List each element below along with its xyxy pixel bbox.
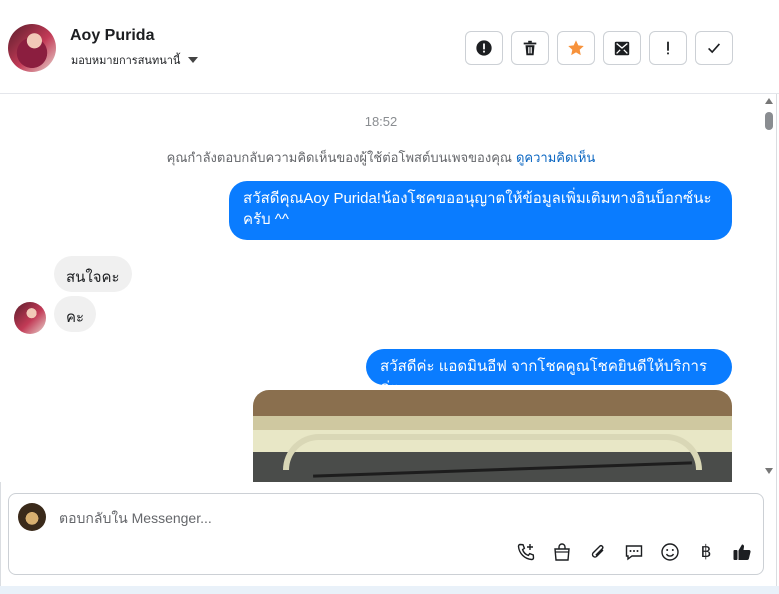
trash-icon (523, 40, 537, 56)
image-attachment[interactable] (253, 390, 732, 482)
shop-button[interactable] (551, 541, 573, 563)
mark-done-button[interactable] (695, 31, 733, 65)
like-button[interactable] (731, 541, 753, 563)
composer-actions: ฿ (515, 541, 753, 563)
message-timestamp: 18:52 (364, 114, 398, 129)
star-button[interactable] (557, 31, 595, 65)
attach-button[interactable] (587, 541, 609, 563)
like-icon (733, 544, 751, 560)
header-toolbar (465, 31, 733, 65)
message-bubble-outgoing[interactable]: สวัสดีคุณAoy Purida!น้องโชคขออนุญาตให้ข้… (229, 181, 732, 240)
contact-name[interactable]: Aoy Purida (70, 27, 154, 45)
reply-composer: ฿ (8, 493, 764, 575)
check-icon (708, 43, 721, 54)
call-add-button[interactable] (515, 541, 537, 563)
call-add-icon (517, 543, 535, 561)
scrollbar-thumb[interactable] (765, 112, 773, 130)
reply-input[interactable] (57, 509, 661, 527)
baht-icon: ฿ (700, 542, 712, 561)
comment-reply-notice: คุณกำลังตอบกลับความคิดเห็นของผู้ใช้ต่อโพ… (0, 147, 762, 168)
mark-unread-icon (614, 41, 630, 56)
window-bottom-edge (0, 586, 779, 594)
saved-reply-button[interactable] (623, 541, 645, 563)
saved-reply-icon (625, 545, 643, 561)
payment-button[interactable]: ฿ (695, 541, 717, 563)
exclamation-icon (667, 41, 669, 55)
mark-unread-button[interactable] (603, 31, 641, 65)
assign-conversation-dropdown[interactable]: มอบหมายการสนทนานี้ (71, 51, 199, 69)
message-bubble-outgoing[interactable]: สวัสดีค่ะ แอดมินอีฟ จากโชคคูณโชคยินดีให้… (366, 349, 732, 396)
message-thread: 18:52 คุณกำลังตอบกลับความคิดเห็นของผู้ใช… (0, 94, 762, 482)
thread-scrollbar[interactable] (762, 94, 776, 482)
caret-down-icon (188, 57, 199, 63)
scroll-down-arrow-icon[interactable] (765, 468, 773, 474)
conversation-header: Aoy Purida มอบหมายการสนทนานี้ (0, 0, 779, 94)
paperclip-icon (591, 545, 604, 558)
assign-label: มอบหมายการสนทนานี้ (71, 55, 181, 67)
delete-button[interactable] (511, 31, 549, 65)
notice-text: คุณกำลังตอบกลับความคิดเห็นของผู้ใช้ต่อโพ… (166, 150, 512, 165)
page-avatar (18, 503, 46, 531)
emoji-icon (661, 543, 679, 561)
contact-avatar-small[interactable] (14, 302, 46, 334)
contact-avatar[interactable] (8, 24, 56, 72)
message-bubble-incoming[interactable]: คะ (54, 296, 97, 332)
alert-circle-icon (476, 40, 492, 56)
shopping-bag-icon (554, 543, 570, 561)
scroll-up-arrow-icon[interactable] (765, 98, 773, 104)
emoji-button[interactable] (659, 541, 681, 563)
view-comment-link[interactable]: ดูความคิดเห็น (516, 150, 595, 165)
follow-up-button[interactable] (649, 31, 687, 65)
mark-spam-button[interactable] (465, 31, 503, 65)
star-icon (568, 40, 584, 56)
message-bubble-incoming[interactable]: สนใจคะ (54, 256, 132, 292)
